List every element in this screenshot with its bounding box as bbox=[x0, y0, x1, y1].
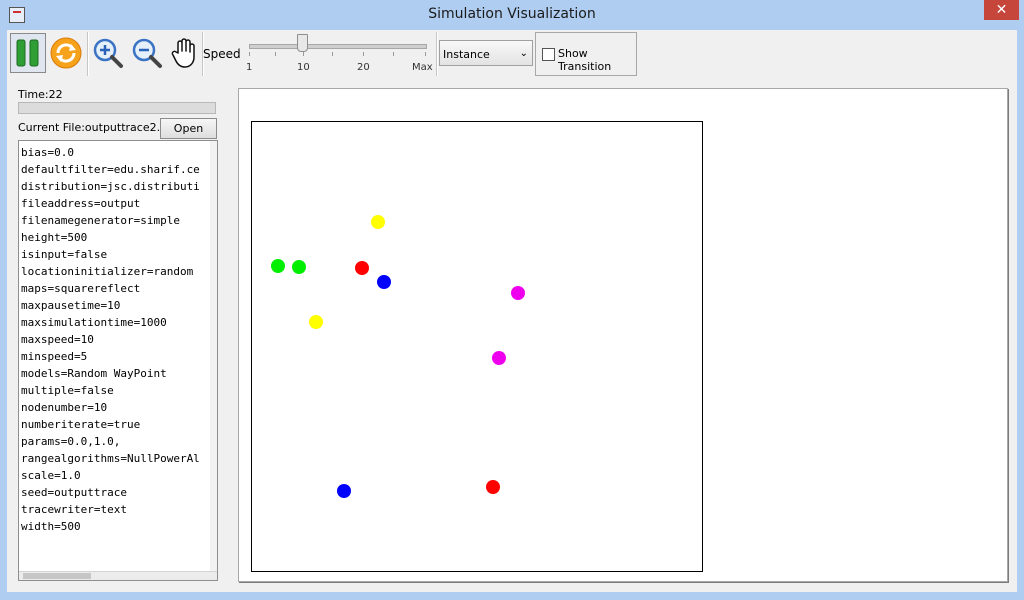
slider-tick bbox=[275, 52, 276, 56]
vertical-scrollbar[interactable] bbox=[210, 141, 217, 573]
config-line: numberiterate=true bbox=[21, 418, 141, 431]
simulation-arena[interactable] bbox=[251, 121, 703, 572]
zoom-in-button[interactable] bbox=[90, 33, 126, 73]
config-line: fileaddress=output bbox=[21, 197, 141, 210]
slider-tick-label: 1 bbox=[246, 62, 253, 73]
simulation-node bbox=[271, 258, 286, 273]
slider-tick-label: 20 bbox=[357, 62, 370, 73]
config-text-area[interactable]: bias=0.0 defaultfilter=edu.sharif.ce distr… bbox=[18, 140, 218, 581]
config-line: scale=1.0 bbox=[21, 469, 81, 482]
toolbar: Speed 1 10 20 Max Instance ⌄ Show Transi… bbox=[7, 30, 1017, 78]
show-transition-checkbox[interactable] bbox=[542, 48, 555, 61]
speed-label: Speed bbox=[203, 47, 241, 61]
show-transition-label: Show Transition bbox=[558, 47, 612, 73]
config-line: maxsimulationtime=1000 bbox=[21, 316, 167, 329]
progress-bar bbox=[18, 102, 216, 114]
slider-tick bbox=[425, 52, 426, 56]
slider-tick bbox=[332, 52, 333, 56]
pause-icon bbox=[16, 39, 39, 67]
simulation-node bbox=[486, 479, 501, 494]
refresh-button[interactable] bbox=[48, 33, 84, 73]
show-transition-toggle[interactable]: Show Transition bbox=[535, 32, 637, 76]
speed-slider-track[interactable] bbox=[249, 44, 427, 49]
mode-dropdown[interactable]: Instance ⌄ bbox=[439, 40, 533, 66]
pan-button[interactable] bbox=[166, 33, 202, 73]
simulation-node bbox=[377, 274, 392, 289]
config-line: filenamegenerator=simple bbox=[21, 214, 180, 227]
zoom-out-button[interactable] bbox=[129, 33, 165, 73]
current-file-label: Current File:outputtrace2.txt bbox=[18, 121, 176, 134]
config-line: minspeed=5 bbox=[21, 350, 88, 363]
zoom-out-icon bbox=[132, 38, 162, 68]
visualization-panel[interactable] bbox=[238, 88, 1008, 582]
slider-tick bbox=[249, 52, 250, 56]
simulation-node bbox=[336, 484, 351, 499]
toolbar-separator bbox=[436, 32, 438, 76]
config-line: distribution=jsc.distributi bbox=[21, 180, 200, 193]
slider-tick bbox=[393, 52, 394, 56]
config-text-lines[interactable]: bias=0.0 defaultfilter=edu.sharif.ce distr… bbox=[21, 144, 211, 535]
config-line: isinput=false bbox=[21, 248, 108, 261]
config-line: width=500 bbox=[21, 520, 81, 533]
simulation-node bbox=[291, 259, 306, 274]
horizontal-scrollbar[interactable] bbox=[19, 571, 217, 580]
slider-tick bbox=[363, 52, 364, 56]
toolbar-separator bbox=[87, 32, 89, 76]
application-window: Simulation Visualization ✕ Speed 1 10 20… bbox=[0, 0, 1024, 600]
window-title: Simulation Visualization bbox=[428, 6, 596, 22]
config-line: height=500 bbox=[21, 231, 88, 244]
config-line: models=Random WayPoint bbox=[21, 367, 167, 380]
config-line: multiple=false bbox=[21, 384, 114, 397]
config-line: maxpausetime=10 bbox=[21, 299, 121, 312]
config-line: maxspeed=10 bbox=[21, 333, 94, 346]
zoom-in-icon bbox=[93, 38, 123, 68]
config-line: params=0.0,1.0, bbox=[21, 435, 121, 448]
slider-tick bbox=[303, 52, 304, 56]
simulation-node bbox=[308, 315, 323, 330]
slider-tick-label: 10 bbox=[297, 62, 310, 73]
close-button[interactable]: ✕ bbox=[984, 0, 1019, 20]
simulation-node bbox=[371, 214, 385, 229]
config-line: locationinitializer=random bbox=[21, 265, 194, 278]
open-button[interactable]: Open bbox=[160, 118, 217, 139]
simulation-node bbox=[511, 285, 526, 300]
chevron-down-icon: ⌄ bbox=[519, 48, 528, 59]
horizontal-scrollbar-thumb[interactable] bbox=[23, 573, 91, 579]
hand-icon bbox=[171, 38, 195, 68]
config-line: tracewriter=text bbox=[21, 503, 127, 516]
time-label: Time:22 bbox=[18, 88, 63, 101]
config-line: rangealgorithms=NullPowerAl bbox=[21, 452, 200, 465]
mode-dropdown-value: Instance bbox=[443, 48, 490, 61]
config-line: defaultfilter=edu.sharif.ce bbox=[21, 163, 200, 176]
config-line: maps=squarereflect bbox=[21, 282, 141, 295]
pause-button[interactable] bbox=[10, 33, 46, 73]
config-line: bias=0.0 bbox=[21, 146, 74, 159]
config-line: nodenumber=10 bbox=[21, 401, 108, 414]
config-line: seed=outputtrace bbox=[21, 486, 127, 499]
speed-slider-thumb[interactable] bbox=[296, 34, 308, 52]
title-bar[interactable]: Simulation Visualization ✕ bbox=[0, 0, 1024, 30]
main-content: Speed 1 10 20 Max Instance ⌄ Show Transi… bbox=[7, 30, 1017, 592]
slider-tick-label: Max bbox=[412, 62, 433, 73]
simulation-node bbox=[491, 351, 506, 366]
refresh-icon bbox=[50, 37, 82, 69]
simulation-node bbox=[354, 261, 369, 276]
